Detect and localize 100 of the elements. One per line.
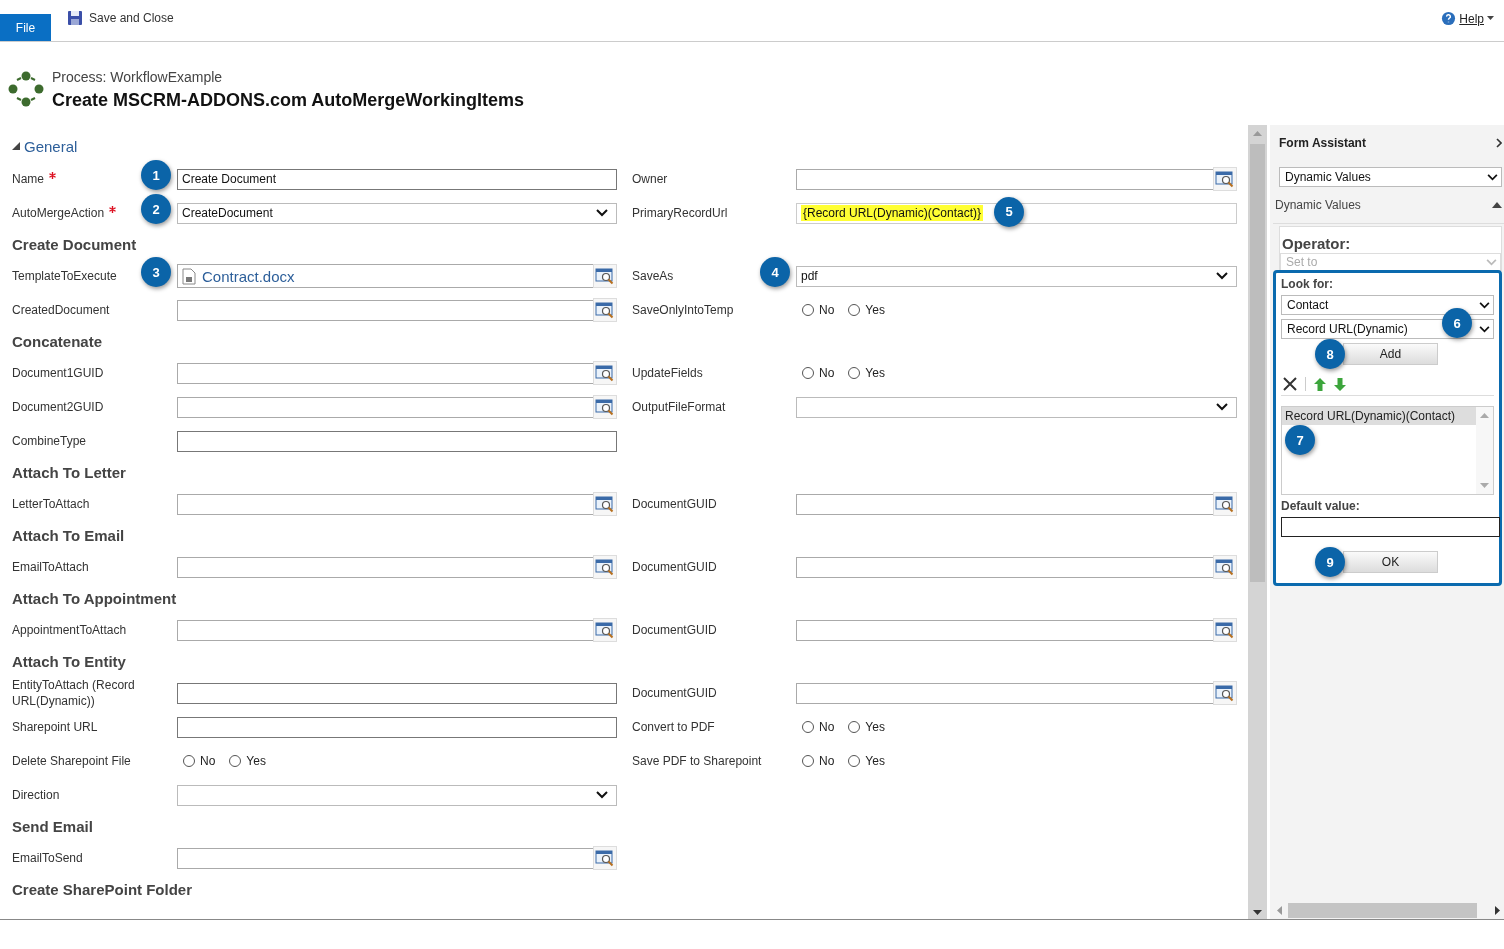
- lookup-field[interactable]: [177, 362, 593, 384]
- dropdown[interactable]: CreateDocument: [177, 202, 617, 224]
- radio-button[interactable]: [848, 721, 861, 733]
- lookup-field[interactable]: [796, 619, 1213, 641]
- lookup-icon: [1215, 495, 1235, 513]
- scroll-left-icon: [1277, 905, 1282, 915]
- field-label: Document2GUID: [12, 399, 104, 415]
- field-label: Sharepoint URL: [12, 719, 98, 735]
- lookup-field[interactable]: Contract.docx: [177, 264, 593, 288]
- radio-button[interactable]: [802, 755, 814, 767]
- field-label: CombineType: [12, 433, 87, 449]
- chevron-down-icon: [1216, 272, 1228, 280]
- field-label: Document1GUID: [12, 365, 104, 381]
- text-field[interactable]: [177, 430, 617, 452]
- lookup-button[interactable]: [593, 361, 617, 385]
- save-and-close-button[interactable]: Save and Close: [65, 10, 176, 26]
- lookup-field[interactable]: [177, 493, 593, 515]
- lookup-field[interactable]: [796, 493, 1213, 515]
- radio-button[interactable]: [848, 367, 861, 379]
- lookup-button[interactable]: [593, 846, 617, 870]
- radio-button[interactable]: [848, 755, 861, 767]
- radio-button[interactable]: [802, 367, 814, 379]
- lookup-button[interactable]: [593, 298, 617, 322]
- field-label: AutoMergeAction: [12, 205, 105, 221]
- general-section-toggle[interactable]: General: [12, 130, 78, 162]
- callout-badge: 2: [141, 194, 171, 224]
- dropdown[interactable]: Contact: [1281, 295, 1494, 315]
- file-tab[interactable]: File: [0, 14, 51, 41]
- section-heading: Create Document: [12, 235, 137, 255]
- lookup-icon: [595, 495, 615, 513]
- lookup-field[interactable]: [177, 619, 593, 641]
- radio-button[interactable]: [802, 304, 814, 316]
- scroll-up-icon: [1253, 131, 1262, 136]
- ok-button[interactable]: OK: [1343, 551, 1438, 573]
- lookup-field[interactable]: [177, 396, 593, 418]
- lookup-button[interactable]: [593, 618, 617, 642]
- lookup-field[interactable]: [796, 556, 1213, 578]
- radio-button[interactable]: [848, 304, 861, 316]
- text-field[interactable]: [177, 716, 617, 738]
- field-label: SaveOnlyIntoTemp: [632, 302, 734, 318]
- lookup-icon: [1215, 558, 1235, 576]
- radio-label: No: [819, 754, 835, 768]
- field-label: OutputFileFormat: [632, 399, 726, 415]
- lookup-button[interactable]: [1213, 167, 1237, 191]
- lookup-button[interactable]: [593, 492, 617, 516]
- delete-icon[interactable]: [1283, 377, 1297, 391]
- radio-button[interactable]: [183, 755, 195, 767]
- lookup-button[interactable]: [593, 395, 617, 419]
- field-label: AppointmentToAttach: [12, 622, 127, 638]
- lookup-button[interactable]: [1213, 681, 1237, 705]
- section-heading: Attach To Email: [12, 526, 125, 546]
- lookup-field[interactable]: [796, 682, 1213, 704]
- lookup-button[interactable]: [593, 264, 617, 288]
- field-label: Direction: [12, 787, 60, 803]
- help-icon: [1441, 11, 1457, 26]
- list-item[interactable]: Record URL(Dynamic)(Contact): [1282, 407, 1476, 425]
- default-value-field[interactable]: [1281, 517, 1500, 537]
- arrow-up-icon[interactable]: [1314, 377, 1326, 391]
- lookup-button[interactable]: [1213, 618, 1237, 642]
- add-button[interactable]: Add: [1343, 343, 1438, 365]
- radio-label: No: [819, 303, 835, 317]
- field-label: DocumentGUID: [632, 559, 717, 575]
- section-heading: Attach To Appointment: [12, 589, 177, 609]
- lookup-field[interactable]: [796, 168, 1213, 190]
- lookup-field[interactable]: [177, 299, 593, 321]
- lookup-button[interactable]: [1213, 492, 1237, 516]
- document-icon: [182, 267, 196, 285]
- arrow-down-icon[interactable]: [1334, 377, 1346, 391]
- chevron-right-icon[interactable]: [1496, 138, 1502, 148]
- radio-label: Yes: [865, 366, 885, 380]
- help-button[interactable]: Help: [1435, 10, 1500, 27]
- field-label: Convert to PDF: [632, 719, 715, 735]
- lookup-button[interactable]: [593, 555, 617, 579]
- lookup-field[interactable]: [177, 556, 593, 578]
- default-value-label: Default value:: [1281, 499, 1361, 513]
- field-label: EmailToAttach: [12, 559, 89, 575]
- lookup-icon: [1215, 684, 1235, 702]
- text-field[interactable]: Create Document: [177, 168, 617, 190]
- dropdown[interactable]: pdf: [796, 265, 1237, 287]
- field-label: LetterToAttach: [12, 496, 90, 512]
- radio-button[interactable]: [229, 755, 242, 767]
- lookup-button[interactable]: [1213, 555, 1237, 579]
- dropdown[interactable]: Dynamic Values: [1279, 167, 1502, 187]
- section-toggle[interactable]: Dynamic Values: [1273, 187, 1504, 224]
- radio-button[interactable]: [802, 721, 814, 733]
- field-label: Delete Sharepoint File: [12, 753, 131, 769]
- text-field[interactable]: [177, 682, 617, 704]
- lookup-icon: [595, 558, 615, 576]
- field-label: EntityToAttach (Record URL(Dynamic)): [12, 677, 136, 709]
- callout-badge: 8: [1315, 339, 1345, 369]
- radio-label: Yes: [865, 303, 885, 317]
- process-icon: [8, 71, 44, 107]
- chevron-down-icon: [1486, 258, 1497, 266]
- callout-badge: 7: [1285, 425, 1315, 455]
- field-label: Owner: [632, 171, 668, 187]
- vertical-scrollbar[interactable]: [1248, 125, 1267, 919]
- lookup-field[interactable]: [177, 847, 593, 869]
- panel-title: Form Assistant: [1279, 136, 1366, 150]
- lookup-icon: [1215, 621, 1235, 639]
- field-label: EmailToSend: [12, 850, 83, 866]
